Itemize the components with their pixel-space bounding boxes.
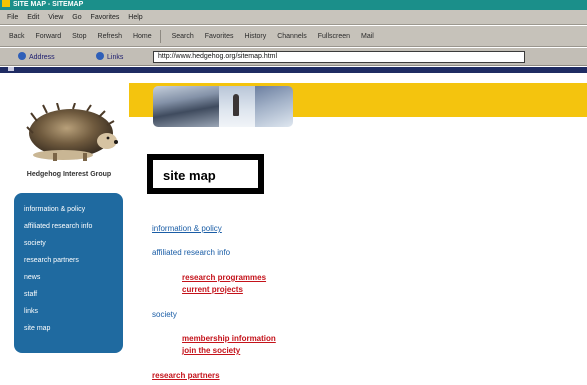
toolbar: Back Forward Stop Refresh Home Search Fa… [0,26,587,47]
links-label[interactable]: Links [96,52,123,61]
menu-bar: File Edit View Go Favorites Help [0,10,587,25]
links-label-text: Links [107,54,124,61]
sitemap-sublink-current-projects[interactable]: current projects [182,285,243,294]
sidebar-item-information-policy[interactable]: information & policy [14,205,123,222]
page-title-box: site map [147,154,264,194]
status-strip [0,67,587,73]
page-title: site map [163,168,216,183]
sitemap-sublink-research-programmes[interactable]: research programmes [182,273,266,282]
sidebar-item-staff[interactable]: staff [14,290,123,307]
sidebar-nav: information & policy affiliated research… [14,193,123,353]
menu-file[interactable]: File [7,14,18,21]
address-label-text: Address [29,54,55,61]
logo-caption: Hedgehog Interest Group [26,171,112,178]
back-button[interactable]: Back [9,26,25,47]
home-button[interactable]: Home [133,26,152,47]
menu-favorites[interactable]: Favorites [91,14,120,21]
stop-button[interactable]: Stop [72,26,86,47]
channel-icon [96,52,104,60]
address-bar-row: Address Links http://www.hedgehog.org/si… [0,48,587,66]
channels-button[interactable]: Channels [277,26,307,47]
sidebar-item-research-partners[interactable]: research partners [14,256,123,273]
menu-go[interactable]: Go [72,14,81,21]
person-figure [233,94,239,116]
sitemap-link-society[interactable]: society [152,310,177,319]
window-title: SITE MAP - SITEMAP [13,1,84,8]
sitemap-sublink-join[interactable]: join the society [182,346,240,355]
browser-window: SITE MAP - SITEMAP File Edit View Go Fav… [0,0,587,385]
sidebar-item-site-map[interactable]: site map [14,324,123,341]
menu-edit[interactable]: Edit [27,14,39,21]
sitemap-link-information-policy[interactable]: information & policy [152,224,222,233]
refresh-button[interactable]: Refresh [98,26,123,47]
sidebar-item-society[interactable]: society [14,239,123,256]
menu-view[interactable]: View [48,14,63,21]
header-photo-sky [255,86,293,127]
browser-logo-icon [2,0,10,7]
forward-button[interactable]: Forward [36,26,62,47]
menu-help[interactable]: Help [128,14,142,21]
history-button[interactable]: History [244,26,266,47]
favorites-button[interactable]: Favorites [205,26,234,47]
search-button[interactable]: Search [172,26,194,47]
sitemap-link-research-partners[interactable]: research partners [152,371,220,380]
sidebar-item-news[interactable]: news [14,273,123,290]
sitemap-sublink-membership[interactable]: membership information [182,334,276,343]
address-label: Address [18,52,55,61]
globe-icon [18,52,26,60]
header-photo-person [219,86,255,127]
header-photo-dock [153,86,219,127]
hedgehog-logo [26,103,118,161]
header-band-edge [129,83,149,117]
address-input[interactable]: http://www.hedgehog.org/sitemap.html [153,51,525,63]
fullscreen-button[interactable]: Fullscreen [318,26,350,47]
status-icon [8,67,14,71]
sidebar-item-links[interactable]: links [14,307,123,324]
mail-button[interactable]: Mail [361,26,374,47]
sidebar-item-affiliated-research[interactable]: affiliated research info [14,222,123,239]
sitemap-link-affiliated-research[interactable]: affiliated research info [152,248,230,257]
toolbar-divider [159,29,161,43]
title-bar: SITE MAP - SITEMAP [0,0,587,10]
